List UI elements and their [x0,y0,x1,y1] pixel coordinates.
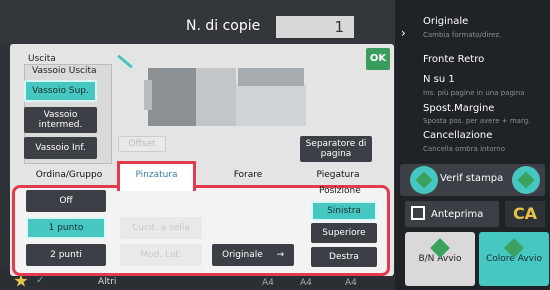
n-up-item-sub: Ins. più pagine in una pagina [423,89,525,97]
staple-two-button[interactable]: 2 punti [26,244,106,266]
ok-button[interactable]: OK [366,48,390,70]
paper-a4-1: A4 [262,278,274,288]
tab-fold[interactable]: Piegatura [302,170,374,180]
arrow-right-icon: → [276,249,284,260]
original-label: Originale [222,249,263,260]
original-item-sub: Cambia formato/direz. [423,31,502,39]
preview-label: Anteprima [431,208,484,220]
erase-item-sub: Cancella ombra intorno [423,145,505,153]
print-check-label: Verif stampa [440,173,504,184]
tray-upper-button[interactable]: Vassoio Sup. [24,80,97,102]
copies-area: N. di copie 1 [186,14,354,44]
margin-shift-item-sub: Sposta pos. per avere + marg. [423,117,531,125]
tab-staple[interactable]: Pinzatura [117,161,196,191]
staple-off-button[interactable]: Off [26,190,106,212]
staple-one-button[interactable]: 1 punto [26,217,106,239]
tray-title: Vassoio Uscita [32,66,97,76]
position-left-button[interactable]: Sinistra [311,201,377,221]
preview-button[interactable]: Anteprima [405,201,499,227]
duplex-item[interactable]: Fronte Retro [423,54,484,65]
clear-all-button[interactable]: CA [505,201,545,227]
saddle-stitch-button[interactable]: Cucit. a sella [120,217,202,239]
position-right-button[interactable]: Destra [311,247,377,267]
color-start-button[interactable]: Colore Avvio [479,232,549,286]
others-label[interactable]: Altri [98,277,116,287]
original-button[interactable]: Originale → [212,244,294,266]
preview-icon [411,206,425,220]
erase-item[interactable]: Cancellazione [423,130,492,141]
margin-shift-item[interactable]: Spost.Margine [423,103,494,114]
copies-label: N. di copie [186,18,261,34]
position-title: Posizione [319,186,361,196]
offset-button[interactable]: Offset [118,136,166,152]
tray-middle-button[interactable]: Vassoio intermed. [24,107,97,133]
tab-sort-group[interactable]: Ordina/Gruppo [26,170,112,180]
output-title: Uscita [28,54,56,64]
finisher-illustration [117,54,308,149]
arrow-icon [117,54,133,69]
bw-start-button[interactable]: B/N Avvio [405,232,475,286]
tab-punch[interactable]: Forare [213,170,283,180]
page-separator-button[interactable]: Separatore di pagina [300,136,372,162]
paper-a4-3: A4 [345,278,357,288]
right-panel: › Originale Cambia formato/direz. Fronte… [395,0,550,290]
chevron-right-icon[interactable]: › [401,26,406,40]
mode-button[interactable]: Mod. Lot. [120,244,202,266]
n-up-item[interactable]: N su 1 [423,74,455,85]
position-top-button[interactable]: Superiore [311,223,377,243]
paper-a4-2: A4 [300,278,312,288]
copies-input[interactable]: 1 [276,16,354,38]
original-item[interactable]: Originale [423,16,468,27]
output-dialog: Uscita OK Vassoio Uscita Vassoio Sup. Va… [10,44,394,276]
print-check-button[interactable]: Verif stampa [400,164,545,196]
chevron-down-icon[interactable]: ✓ [36,275,44,286]
tray-lower-button[interactable]: Vassoio Inf. [24,137,97,159]
